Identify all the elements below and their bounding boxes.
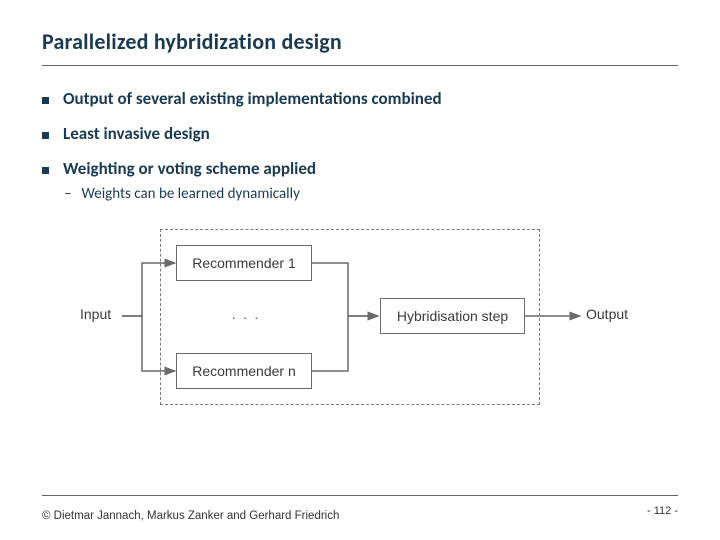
dash-bullet-icon: – [64,185,71,203]
slide: Parallelized hybridization design Output… [0,0,720,540]
divider-bottom [42,495,678,496]
box-label: Recommender n [192,363,296,379]
bullet-item: Weighting or voting scheme applied [42,158,678,179]
square-bullet-icon [42,97,49,104]
bullet-item: Output of several existing implementatio… [42,88,678,109]
footer: © Dietmar Jannach, Markus Zanker and Ger… [42,495,678,522]
page-number: - 112 - [647,505,678,517]
diagram-output-label: Output [586,306,628,322]
divider-top [42,65,678,66]
copyright: © Dietmar Jannach, Markus Zanker and Ger… [42,510,678,522]
diagram-recommender-1: Recommender 1 [176,245,312,281]
sub-bullet-item: – Weights can be learned dynamically [64,185,678,203]
diagram-hybridisation-step: Hybridisation step [380,298,525,334]
sub-bullet-text: Weights can be learned dynamically [81,185,299,203]
square-bullet-icon [42,167,49,174]
bullet-list: Output of several existing implementatio… [42,88,678,203]
square-bullet-icon [42,132,49,139]
slide-title: Parallelized hybridization design [42,28,678,55]
diagram-recommender-n: Recommender n [176,353,312,389]
box-label: Recommender 1 [192,255,296,271]
diagram: Input Recommender 1 . . . Recommender n … [80,221,640,411]
diagram-ellipsis: . . . [232,307,260,322]
bullet-text: Output of several existing implementatio… [63,88,442,109]
bullet-text: Least invasive design [63,123,210,144]
box-label: Hybridisation step [397,308,508,324]
bullet-text: Weighting or voting scheme applied [63,158,316,179]
diagram-input-label: Input [80,306,111,322]
bullet-item: Least invasive design [42,123,678,144]
